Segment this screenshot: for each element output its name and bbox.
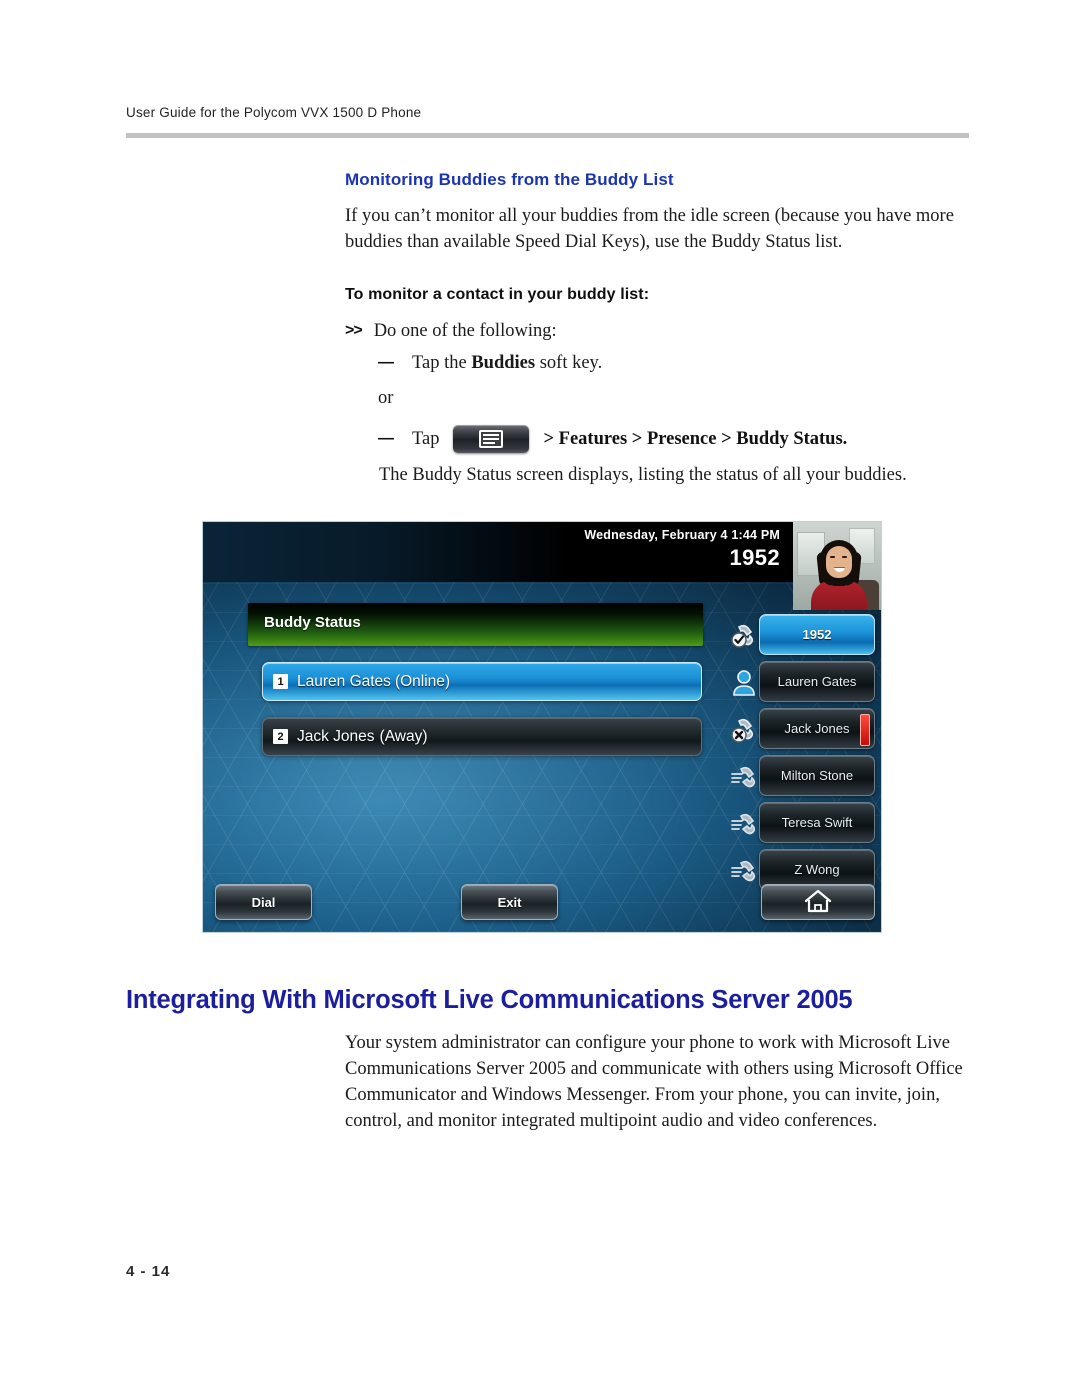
buddy-list-item[interactable]: 2 Jack Jones (Away) xyxy=(262,717,702,756)
line-key-1952[interactable]: 1952 xyxy=(731,614,875,655)
soft-key-bar: Dial Exit xyxy=(203,884,881,926)
handset-icon xyxy=(730,808,762,838)
line-key-jack-jones[interactable]: Jack Jones xyxy=(731,708,875,749)
menu-key-icon xyxy=(453,425,530,453)
phone-screenshot: Wednesday, February 4 1:44 PM 1952 Buddy… xyxy=(203,522,881,932)
buddy-list-item[interactable]: 1 Lauren Gates (Online) xyxy=(262,662,702,701)
step-text: Do one of the following: xyxy=(373,321,557,341)
document-page: User Guide for the Polycom VVX 1500 D Ph… xyxy=(0,0,1080,1397)
line-key-label: Lauren Gates xyxy=(777,674,857,689)
person-eye-right xyxy=(842,556,847,558)
section-heading: Monitoring Buddies from the Buddy List xyxy=(345,170,674,189)
line-key-column: 1952 Lauren Gates Jack Jones Milton Ston… xyxy=(731,614,875,896)
status-extension: 1952 xyxy=(729,545,780,570)
or-separator: or xyxy=(378,388,394,408)
chapter-heading: Integrating With Microsoft Live Communic… xyxy=(126,986,853,1014)
buddy-status: (Online) xyxy=(394,672,451,690)
procedure-substep-menu: — Tap > Features > Presence > Buddy Stat… xyxy=(378,425,847,453)
buddy-name: Lauren Gates xyxy=(297,672,391,690)
dial-soft-key[interactable]: Dial xyxy=(215,884,312,920)
dash-bullet-icon: — xyxy=(378,430,394,447)
handset-unavailable-icon xyxy=(730,714,762,744)
menu-lines-glyph xyxy=(479,430,504,448)
line-key-label: Jack Jones xyxy=(784,721,850,736)
handset-icon xyxy=(730,855,762,885)
page-number: 4 - 14 xyxy=(126,1263,171,1280)
buddy-index-badge: 1 xyxy=(273,674,288,689)
line-status-indicator xyxy=(860,714,870,746)
line-key-label: Teresa Swift xyxy=(781,815,853,830)
line-key-label: Z Wong xyxy=(794,862,840,877)
substep-buddies-text: Tap the Buddies soft key. xyxy=(412,353,603,373)
running-header: User Guide for the Polycom VVX 1500 D Ph… xyxy=(126,105,422,120)
video-thumbnail[interactable] xyxy=(793,522,881,610)
line-key-lauren-gates[interactable]: Lauren Gates xyxy=(733,661,875,702)
step-marker-icon: >> xyxy=(345,322,363,339)
line-key-teresa-swift[interactable]: Teresa Swift xyxy=(731,802,875,843)
menu-breadcrumb: > Features > Presence > Buddy Status. xyxy=(543,429,848,449)
buddy-name: Jack Jones xyxy=(297,727,375,745)
procedure-substep-buddies: — Tap the Buddies soft key. xyxy=(378,350,602,376)
exit-soft-key[interactable]: Exit xyxy=(461,884,558,920)
line-key-label: Milton Stone xyxy=(780,768,854,783)
buddy-status-list: 1 Lauren Gates (Online) 2 Jack Jones (Aw… xyxy=(262,662,702,772)
home-icon xyxy=(804,888,832,917)
intro-paragraph: If you can’t monitor all your buddies fr… xyxy=(345,206,954,252)
home-soft-key[interactable] xyxy=(761,884,875,920)
procedure-result-text: The Buddy Status screen displays, listin… xyxy=(379,465,907,485)
buddy-online-icon xyxy=(730,667,762,697)
chapter-paragraph: Your system administrator can configure … xyxy=(345,1033,963,1131)
line-key-milton-stone[interactable]: Milton Stone xyxy=(731,755,875,796)
buddy-status: (Away) xyxy=(379,727,428,745)
person-face xyxy=(826,546,852,578)
buddy-status-title: Buddy Status xyxy=(264,614,361,631)
handset-registered-icon xyxy=(730,620,762,650)
status-date-time: Wednesday, February 4 1:44 PM xyxy=(584,528,780,542)
line-key-label: 1952 xyxy=(802,627,832,642)
buddy-status-title-bar: Buddy Status xyxy=(248,603,703,646)
header-rule xyxy=(126,133,969,138)
dash-bullet-icon: — xyxy=(378,354,394,371)
handset-icon xyxy=(730,761,762,791)
procedure-title: To monitor a contact in your buddy list: xyxy=(345,286,650,303)
person-eye-left xyxy=(830,556,835,558)
procedure-step: >> Do one of the following: xyxy=(345,318,557,344)
phone-status-bar: Wednesday, February 4 1:44 PM 1952 xyxy=(203,522,793,582)
buddy-index-badge: 2 xyxy=(273,729,288,744)
substep-menu-text: Tap xyxy=(412,429,440,449)
